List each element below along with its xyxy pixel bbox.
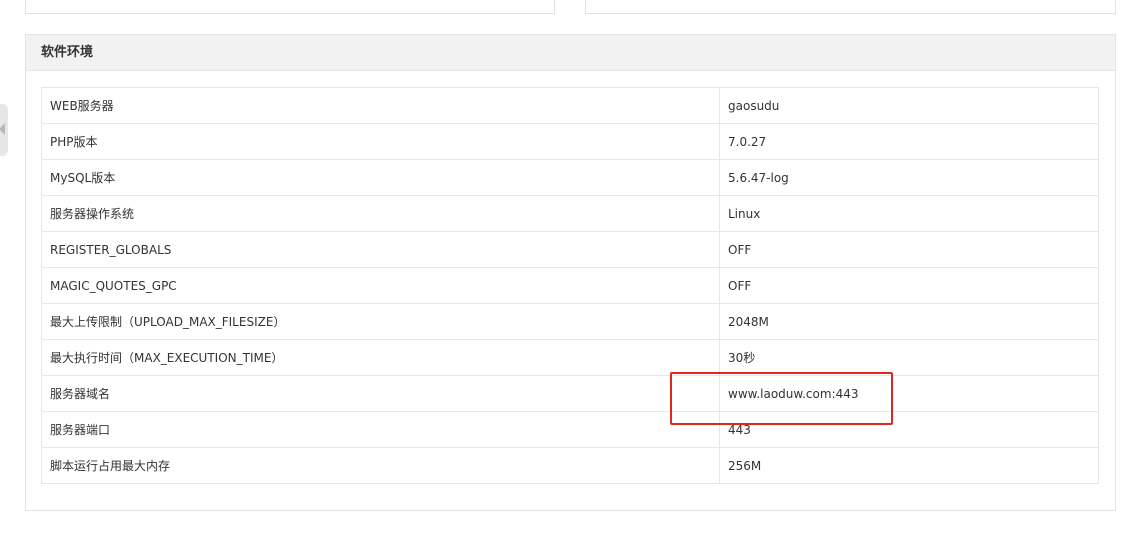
row-value: gaosudu bbox=[719, 87, 1099, 124]
table-row: 服务器域名 www.laoduw.com:443 bbox=[41, 375, 1099, 412]
top-left-panel bbox=[25, 0, 555, 14]
table-row: WEB服务器 gaosudu bbox=[41, 87, 1099, 124]
row-value: 443 bbox=[719, 411, 1099, 448]
table-row: MAGIC_QUOTES_GPC OFF bbox=[41, 267, 1099, 304]
row-label: 服务器域名 bbox=[41, 375, 720, 412]
row-value: www.laoduw.com:443 bbox=[719, 375, 1099, 412]
row-value: OFF bbox=[719, 231, 1099, 268]
row-value: OFF bbox=[719, 267, 1099, 304]
table-row: 最大上传限制（UPLOAD_MAX_FILESIZE） 2048M bbox=[41, 303, 1099, 340]
row-value: Linux bbox=[719, 195, 1099, 232]
top-right-panel bbox=[585, 0, 1116, 14]
row-label: REGISTER_GLOBALS bbox=[41, 231, 720, 268]
row-label: 服务器操作系统 bbox=[41, 195, 720, 232]
table-row: 服务器操作系统 Linux bbox=[41, 195, 1099, 232]
row-value: 30秒 bbox=[719, 339, 1099, 376]
table-row: MySQL版本 5.6.47-log bbox=[41, 159, 1099, 196]
row-label: MAGIC_QUOTES_GPC bbox=[41, 267, 720, 304]
row-label: WEB服务器 bbox=[41, 87, 720, 124]
chevron-left-icon bbox=[0, 123, 5, 135]
table-row: 服务器端口 443 bbox=[41, 411, 1099, 448]
table-row: PHP版本 7.0.27 bbox=[41, 123, 1099, 160]
sidebar-collapse-toggle[interactable] bbox=[0, 104, 8, 156]
row-value: 2048M bbox=[719, 303, 1099, 340]
row-label: 最大上传限制（UPLOAD_MAX_FILESIZE） bbox=[41, 303, 720, 340]
row-value: 7.0.27 bbox=[719, 123, 1099, 160]
table-row: 脚本运行占用最大内存 256M bbox=[41, 447, 1099, 484]
panel-title: 软件环境 bbox=[26, 35, 1115, 71]
row-label: 脚本运行占用最大内存 bbox=[41, 447, 720, 484]
table-row: 最大执行时间（MAX_EXECUTION_TIME） 30秒 bbox=[41, 339, 1099, 376]
row-value: 5.6.47-log bbox=[719, 159, 1099, 196]
row-label: PHP版本 bbox=[41, 123, 720, 160]
row-label: MySQL版本 bbox=[41, 159, 720, 196]
software-environment-panel: 软件环境 WEB服务器 gaosudu PHP版本 7.0.27 MySQL版本… bbox=[25, 34, 1116, 511]
row-label: 服务器端口 bbox=[41, 411, 720, 448]
row-label: 最大执行时间（MAX_EXECUTION_TIME） bbox=[41, 339, 720, 376]
row-value: 256M bbox=[719, 447, 1099, 484]
table-row: REGISTER_GLOBALS OFF bbox=[41, 231, 1099, 268]
environment-table: WEB服务器 gaosudu PHP版本 7.0.27 MySQL版本 5.6.… bbox=[41, 87, 1099, 484]
